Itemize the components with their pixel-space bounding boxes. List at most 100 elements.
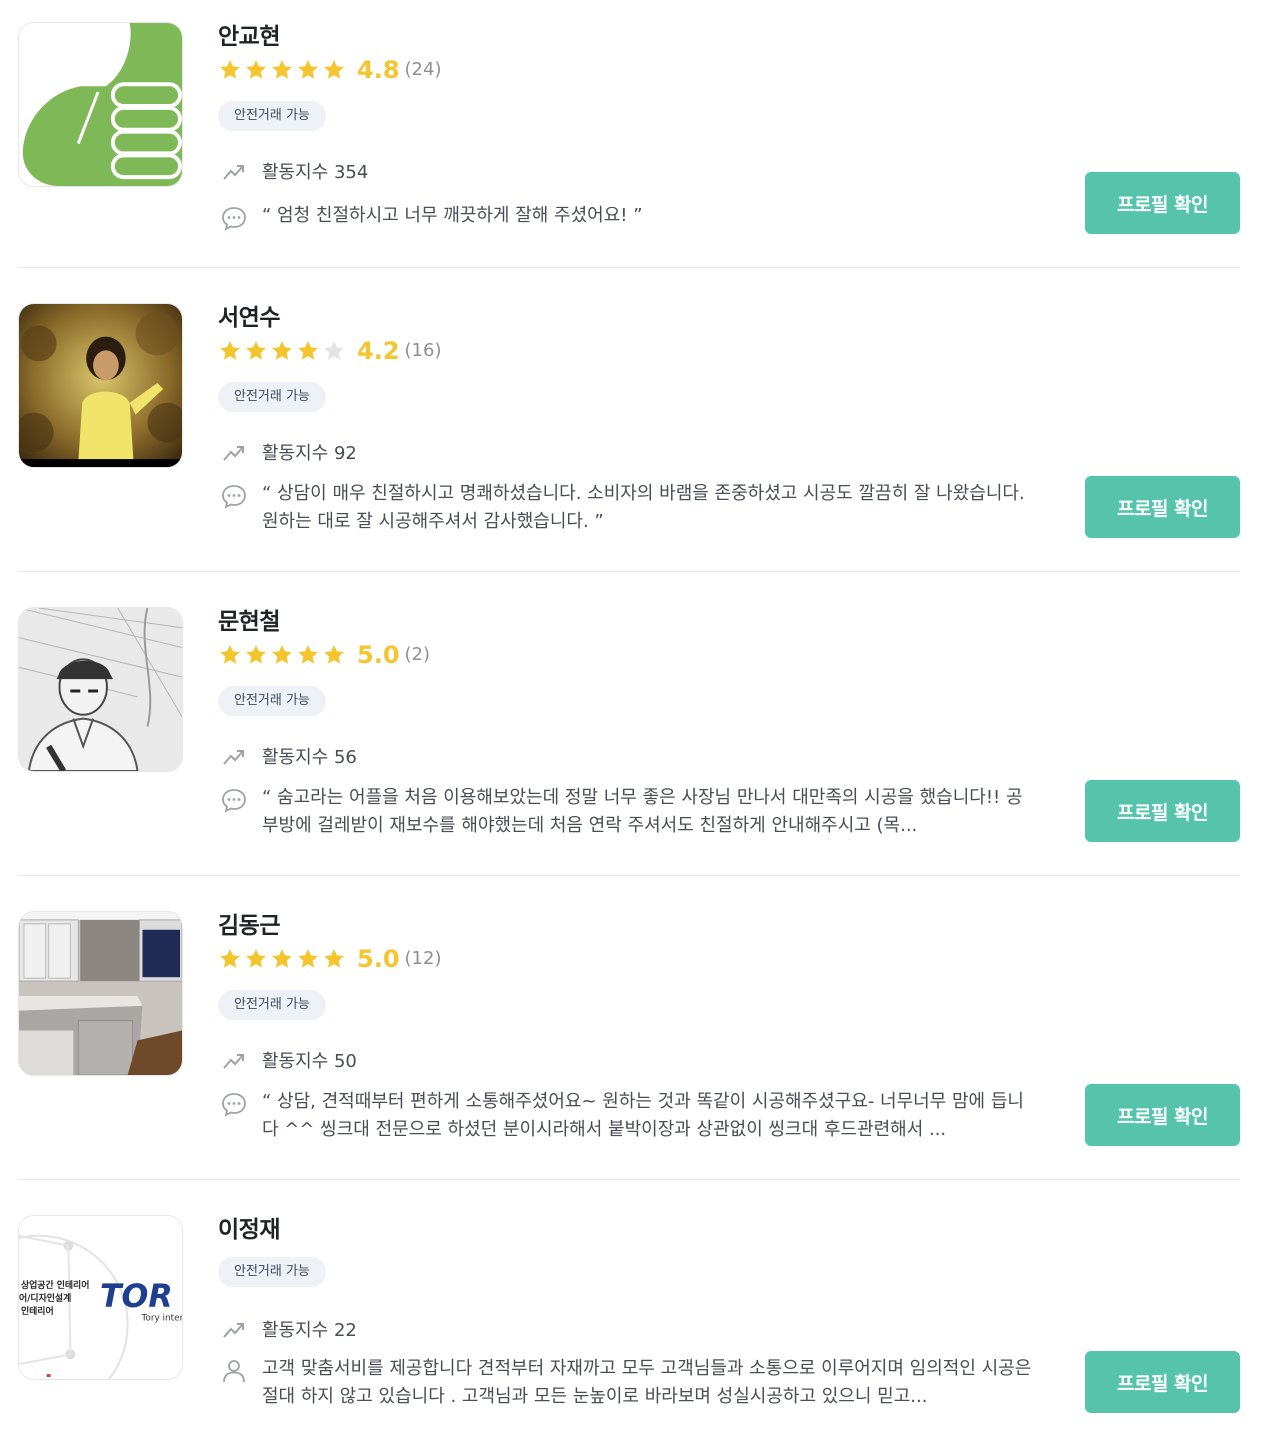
star-icon — [324, 645, 344, 664]
logo-brand: TOR — [100, 1279, 173, 1315]
activity-row: 활동지수 92 — [218, 439, 357, 465]
activity-row: 활동지수 56 — [218, 743, 357, 769]
star-icon — [246, 645, 266, 664]
trending-up-icon — [223, 165, 244, 180]
rating-score: 5.0 — [357, 641, 400, 669]
chat-bubble-icon — [222, 485, 246, 509]
review-text: “ 숨고라는 어플을 처음 이용해보았는데 정말 너무 좋은 사장님 만나서 대… — [262, 787, 1023, 836]
star-icon — [272, 645, 292, 664]
pro-info: 김동근 5.0 (12) 안전거래 가능 활동지수 50 “ 상담, 견적때부터… — [218, 911, 1240, 1140]
star-rating — [218, 58, 346, 82]
star-icon — [220, 60, 240, 79]
activity-row: 활동지수 50 — [218, 1047, 357, 1073]
intro-text: 고객 맞춤서비를 제공합니다 견적부터 자재까고 모두 고객님들과 소통으로 이… — [262, 1358, 1032, 1407]
star-icon — [246, 341, 266, 360]
safe-trade-badge: 안전거래 가능 — [218, 382, 326, 412]
star-icon — [246, 60, 266, 79]
star-icon — [324, 60, 344, 79]
pro-card: 상업공간 인테리어 어/디자인설계 인테리어 TOR Tory inter 이정… — [18, 1180, 1240, 1434]
star-icon — [246, 949, 266, 968]
safe-trade-badge: 안전거래 가능 — [218, 990, 326, 1020]
rating-score: 5.0 — [357, 945, 400, 973]
safe-trade-badge: 안전거래 가능 — [218, 686, 326, 716]
activity-row: 활동지수 354 — [218, 158, 368, 184]
star-rating — [218, 947, 346, 971]
profile-button[interactable]: 프로필 확인 — [1085, 172, 1240, 234]
profile-button[interactable]: 프로필 확인 — [1085, 780, 1240, 842]
profile-button[interactable]: 프로필 확인 — [1085, 1084, 1240, 1146]
review-count: (24) — [404, 59, 442, 80]
review-row: “ 엄청 친절하시고 너무 깨끗하게 잘해 주셨어요! ” — [218, 202, 1048, 232]
pro-card: 김동근 5.0 (12) 안전거래 가능 활동지수 50 “ 상담, 견적때부터… — [18, 876, 1240, 1180]
intro-row: 고객 맞춤서비를 제공합니다 견적부터 자재까고 모두 고객님들과 소통으로 이… — [218, 1355, 1048, 1411]
review-count: (12) — [404, 948, 442, 969]
activity-score: 활동지수 50 — [262, 1051, 357, 1072]
star-icon — [220, 949, 240, 968]
logo-sub: Tory inter — [140, 1314, 182, 1324]
star-icon — [324, 949, 344, 968]
star-icon — [272, 341, 292, 360]
trending-up-icon — [223, 446, 244, 461]
profile-button[interactable]: 프로필 확인 — [1085, 476, 1240, 538]
trending-up-icon — [223, 1054, 244, 1069]
activity-score: 활동지수 22 — [262, 1320, 357, 1341]
activity-score: 활동지수 92 — [262, 443, 357, 464]
rating-row: 4.8 (24) — [218, 56, 1240, 84]
pro-name[interactable]: 문현철 — [218, 607, 1240, 637]
pro-name[interactable]: 이정재 — [218, 1215, 1240, 1245]
avatar[interactable] — [18, 607, 183, 772]
avatar[interactable] — [18, 303, 183, 468]
pro-name[interactable]: 서연수 — [218, 303, 1240, 333]
star-icon — [272, 949, 292, 968]
avatar[interactable]: 상업공간 인테리어 어/디자인설계 인테리어 TOR Tory inter — [18, 1215, 183, 1380]
star-icon — [324, 341, 344, 360]
profile-button[interactable]: 프로필 확인 — [1085, 1351, 1240, 1413]
safe-trade-badge: 안전거래 가능 — [218, 1257, 326, 1287]
pro-name[interactable]: 안교현 — [218, 22, 1240, 52]
activity-score: 활동지수 354 — [262, 162, 369, 183]
pro-info: 문현철 5.0 (2) 안전거래 가능 활동지수 56 “ 숨고라는 어플을 처… — [218, 607, 1240, 836]
review-row: “ 상담이 매우 친절하시고 명쾌하셨습니다. 소비자의 바램을 존중하셨고 시… — [218, 480, 1048, 536]
rating-score: 4.8 — [357, 56, 400, 84]
chat-bubble-icon — [222, 1093, 246, 1117]
review-text: “ 엄청 친절하시고 너무 깨끗하게 잘해 주셨어요! ” — [262, 205, 643, 226]
pro-list: 안교현 4.8 (24) 안전거래 가능 활동지수 354 “ 엄청 친절하시고… — [18, 0, 1240, 1434]
pro-info: 이정재 안전거래 가능 활동지수 22 고객 맞춤서비를 제공합니다 견적부터 … — [218, 1215, 1240, 1407]
review-row: “ 숨고라는 어플을 처음 이용해보았는데 정말 너무 좋은 사장님 만나서 대… — [218, 784, 1048, 840]
review-row: “ 상담, 견적때부터 편하게 소통해주셨어요~ 원하는 것과 똑같이 시공해주… — [218, 1088, 1048, 1144]
logo-text-2: 어/디자인설계 — [19, 1292, 71, 1304]
pro-info: 안교현 4.8 (24) 안전거래 가능 활동지수 354 “ 엄청 친절하시고… — [218, 22, 1240, 231]
review-text: “ 상담, 견적때부터 편하게 소통해주셨어요~ 원하는 것과 똑같이 시공해주… — [262, 1091, 1024, 1140]
star-icon — [298, 60, 318, 79]
star-icon — [272, 60, 292, 79]
person-icon — [223, 1360, 245, 1383]
star-icon — [298, 949, 318, 968]
activity-score: 활동지수 56 — [262, 747, 357, 768]
chat-bubble-icon — [222, 207, 246, 231]
safe-trade-badge: 안전거래 가능 — [218, 101, 326, 131]
rating-row: 5.0 (12) — [218, 945, 1240, 973]
review-text: “ 상담이 매우 친절하시고 명쾌하셨습니다. 소비자의 바램을 존중하셨고 시… — [262, 483, 1025, 532]
chat-bubble-icon — [222, 789, 246, 813]
review-count: (2) — [404, 644, 431, 665]
trending-up-icon — [223, 750, 244, 765]
logo-text-3: 인테리어 — [21, 1305, 54, 1317]
star-icon — [298, 645, 318, 664]
rating-score: 4.2 — [357, 337, 400, 365]
rating-row: 5.0 (2) — [218, 641, 1240, 669]
pro-info: 서연수 4.2 (16) 안전거래 가능 활동지수 92 “ 상담이 매우 친절… — [218, 303, 1240, 532]
pro-name[interactable]: 김동근 — [218, 911, 1240, 941]
review-count: (16) — [404, 340, 442, 361]
star-rating — [218, 643, 346, 667]
pro-card: 문현철 5.0 (2) 안전거래 가능 활동지수 56 “ 숨고라는 어플을 처… — [18, 572, 1240, 876]
logo-text-1: 상업공간 인테리어 — [21, 1279, 89, 1291]
pro-card: 서연수 4.2 (16) 안전거래 가능 활동지수 92 “ 상담이 매우 친절… — [18, 268, 1240, 572]
star-icon — [220, 645, 240, 664]
star-icon — [298, 341, 318, 360]
avatar[interactable] — [18, 911, 183, 1076]
rating-row: 4.2 (16) — [218, 337, 1240, 365]
trending-up-icon — [223, 1323, 244, 1338]
avatar[interactable] — [18, 22, 183, 187]
activity-row: 활동지수 22 — [218, 1316, 357, 1342]
pro-card: 안교현 4.8 (24) 안전거래 가능 활동지수 354 “ 엄청 친절하시고… — [18, 0, 1240, 268]
